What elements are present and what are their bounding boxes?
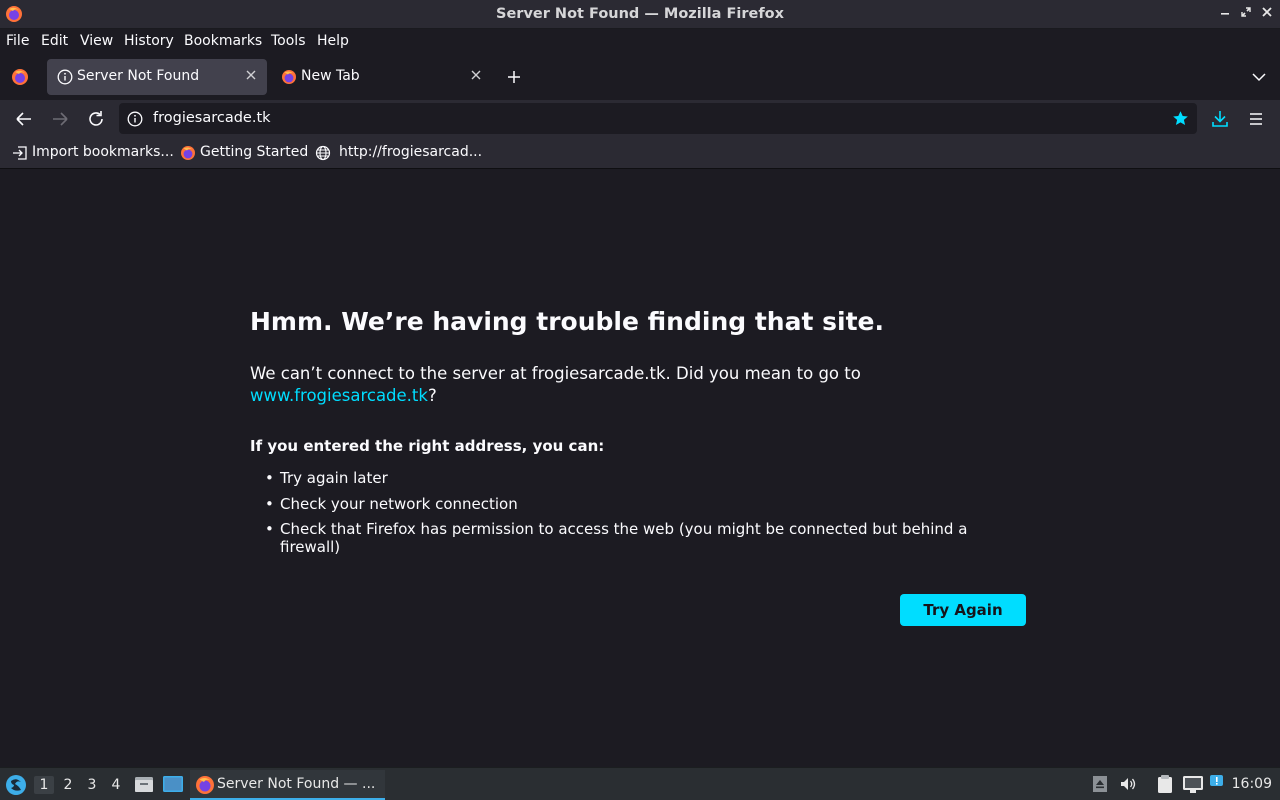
back-arrow-icon — [16, 112, 31, 126]
menu-history[interactable]: History — [124, 33, 174, 49]
globe-icon — [315, 145, 331, 161]
bookmark-label: Getting Started — [200, 144, 309, 160]
menu-tools[interactable]: Tools — [271, 33, 306, 49]
reload-icon — [89, 111, 103, 126]
taskbar-task-firefox[interactable]: Server Not Found — ... — [190, 770, 385, 800]
clipboard-icon[interactable] — [1155, 774, 1175, 794]
list-all-tabs-chevron-down-icon[interactable] — [1252, 71, 1266, 83]
minimize-button[interactable] — [1216, 5, 1234, 23]
back-button[interactable] — [11, 107, 37, 131]
task-label: Server Not Found — ... — [217, 776, 376, 792]
import-icon — [13, 146, 27, 160]
info-icon — [57, 69, 73, 85]
url-bar[interactable]: frogiesarcade.tk — [119, 103, 1197, 134]
maximize-button[interactable] — [1237, 5, 1255, 23]
firefox-icon — [282, 70, 296, 84]
menu-help[interactable]: Help — [317, 33, 349, 49]
tab-bar: Server Not Found New Tab — [0, 55, 1280, 100]
error-description: We can’t connect to the server at frogie… — [250, 363, 930, 407]
bookmark-label: Import bookmarks... — [32, 144, 174, 160]
close-tab-button[interactable] — [243, 68, 259, 84]
bookmark-frogiesarcade[interactable]: http://frogiesarcad... — [315, 144, 485, 164]
list-item: Try again later — [250, 469, 1010, 487]
clock[interactable]: 16:09 — [1232, 776, 1272, 792]
app-menu-button[interactable] — [1243, 107, 1269, 131]
close-window-button[interactable] — [1258, 5, 1276, 23]
hamburger-menu-icon — [1250, 113, 1262, 125]
firefox-icon — [196, 776, 214, 794]
window-titlebar: Server Not Found — Mozilla Firefox — [0, 0, 1280, 29]
tab-server-not-found[interactable]: Server Not Found — [47, 59, 267, 95]
reload-button[interactable] — [83, 107, 109, 131]
tab-label: Server Not Found — [77, 68, 200, 84]
network-icon[interactable] — [1182, 774, 1204, 794]
minimize-icon — [1221, 13, 1229, 15]
firefox-icon — [181, 146, 195, 160]
workspace-4[interactable]: 4 — [106, 776, 126, 794]
window-title: Server Not Found — Mozilla Firefox — [496, 6, 784, 22]
notifications-icon[interactable] — [1209, 774, 1227, 792]
app-launcher-icon[interactable] — [5, 774, 27, 796]
forward-button[interactable] — [47, 107, 73, 131]
close-icon — [246, 70, 256, 80]
eject-icon[interactable] — [1091, 775, 1109, 793]
workspace-2[interactable]: 2 — [58, 776, 78, 794]
menu-file[interactable]: File — [6, 33, 29, 49]
list-item: Check that Firefox has permission to acc… — [250, 520, 1010, 556]
try-again-button[interactable]: Try Again — [900, 594, 1026, 626]
downloads-button[interactable] — [1207, 107, 1233, 131]
show-desktop-icon[interactable] — [162, 775, 184, 793]
new-tab-plus-icon[interactable] — [507, 70, 521, 84]
file-manager-icon[interactable] — [134, 775, 154, 793]
workspace-3[interactable]: 3 — [82, 776, 102, 794]
bookmark-getting-started[interactable]: Getting Started — [180, 144, 310, 164]
menu-view[interactable]: View — [80, 33, 113, 49]
volume-icon[interactable] — [1119, 775, 1137, 793]
suggested-address-link[interactable]: www.frogiesarcade.tk — [250, 386, 428, 405]
system-taskbar: 1 2 3 4 Server Not Found — ... 16:09 — [0, 767, 1280, 800]
bookmark-star-icon[interactable] — [1172, 110, 1189, 127]
forward-arrow-icon — [53, 112, 68, 126]
error-subtitle: If you entered the right address, you ca… — [250, 437, 605, 455]
error-description-suffix: ? — [427, 386, 437, 405]
error-title: Hmm. We’re having trouble finding that s… — [250, 307, 884, 336]
close-icon — [471, 70, 481, 80]
page-content: Hmm. We’re having trouble finding that s… — [0, 169, 1280, 767]
close-tab-button[interactable] — [468, 68, 484, 84]
menu-bookmarks[interactable]: Bookmarks — [184, 33, 262, 49]
workspace-1[interactable]: 1 — [34, 776, 54, 794]
bookmark-label: http://frogiesarcad... — [339, 144, 483, 160]
navigation-toolbar: frogiesarcade.tk — [0, 100, 1280, 138]
close-icon — [1262, 7, 1272, 17]
firefox-view-icon[interactable] — [11, 68, 29, 86]
bookmarks-toolbar: Import bookmarks... Getting Started http… — [0, 138, 1280, 169]
restore-icon — [1241, 7, 1251, 17]
download-icon — [1212, 111, 1228, 127]
url-input[interactable]: frogiesarcade.tk — [153, 110, 271, 126]
list-item: Check your network connection — [250, 495, 1010, 513]
error-description-text: We can’t connect to the server at frogie… — [250, 364, 861, 383]
bookmark-import[interactable]: Import bookmarks... — [12, 144, 174, 164]
site-info-icon[interactable] — [127, 111, 143, 127]
menu-bar: File Edit View History Bookmarks Tools H… — [0, 29, 1280, 55]
tab-label: New Tab — [301, 68, 360, 84]
tab-new-tab[interactable]: New Tab — [271, 59, 492, 95]
error-suggestion-list: Try again later Check your network conne… — [250, 469, 1010, 564]
menu-edit[interactable]: Edit — [41, 33, 68, 49]
